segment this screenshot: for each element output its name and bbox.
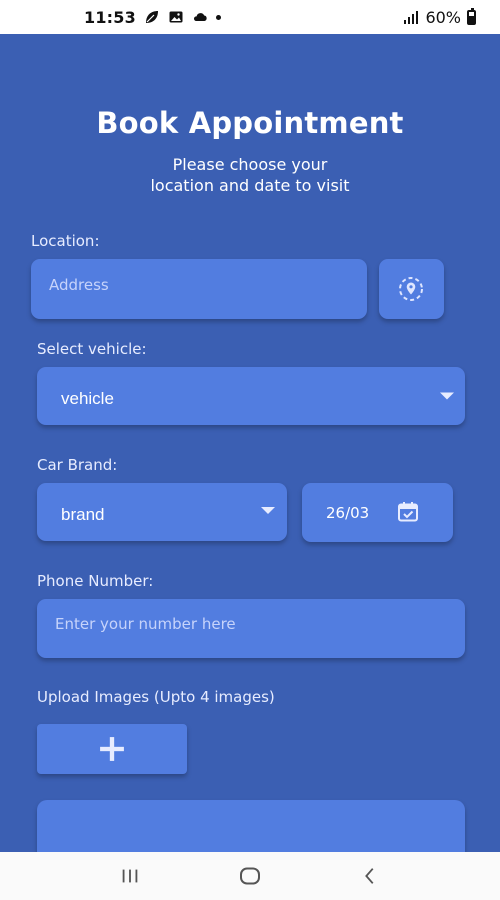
image-icon	[169, 11, 183, 23]
recent-apps-button[interactable]	[118, 864, 142, 888]
cloud-icon	[193, 13, 207, 21]
phone-label: Phone Number:	[37, 572, 154, 590]
status-bar: 11:53 60%	[0, 0, 500, 34]
location-label: Location:	[31, 232, 100, 250]
address-input[interactable]	[31, 259, 367, 319]
calendar-icon	[398, 502, 418, 522]
phone-field[interactable]	[37, 599, 465, 658]
recent-apps-icon	[122, 869, 138, 883]
vehicle-select[interactable]: vehicle	[37, 367, 465, 425]
back-button[interactable]	[358, 864, 382, 888]
leaf-icon	[145, 11, 158, 23]
date-value: 26/03	[326, 503, 370, 522]
home-icon	[240, 867, 260, 885]
phone-input[interactable]	[37, 599, 465, 658]
status-right: 60%	[403, 7, 476, 27]
vehicle-value: vehicle	[61, 389, 114, 408]
upload-label: Upload Images (Upto 4 images)	[37, 688, 275, 706]
home-button[interactable]	[238, 864, 262, 888]
subtitle-line-1: Please choose your	[172, 155, 328, 174]
status-time: 11:53	[84, 7, 136, 27]
location-pin-icon	[399, 277, 423, 301]
battery-percent: 60%	[425, 7, 461, 27]
address-field[interactable]	[31, 259, 367, 319]
page-subtitle: Please choose your location and date to …	[0, 154, 500, 196]
subtitle-line-2: location and date to visit	[150, 176, 350, 195]
battery-icon	[467, 7, 476, 25]
brand-value: brand	[61, 505, 105, 524]
signal-icon	[404, 11, 419, 24]
page-title: Book Appointment	[96, 106, 404, 140]
locate-button[interactable]	[379, 259, 444, 319]
back-icon	[365, 868, 374, 884]
chevron-down-icon	[440, 392, 454, 400]
system-nav-bar	[0, 852, 500, 900]
add-image-button[interactable]	[37, 724, 187, 774]
vehicle-label: Select vehicle:	[37, 340, 147, 358]
notification-dot-icon	[215, 14, 221, 20]
status-left: 11:53	[84, 8, 221, 27]
date-picker[interactable]: 26/03	[302, 483, 453, 542]
brand-label: Car Brand:	[37, 456, 118, 474]
plus-icon	[100, 737, 124, 761]
brand-select[interactable]: brand	[37, 483, 287, 541]
chevron-down-icon	[261, 507, 275, 514]
